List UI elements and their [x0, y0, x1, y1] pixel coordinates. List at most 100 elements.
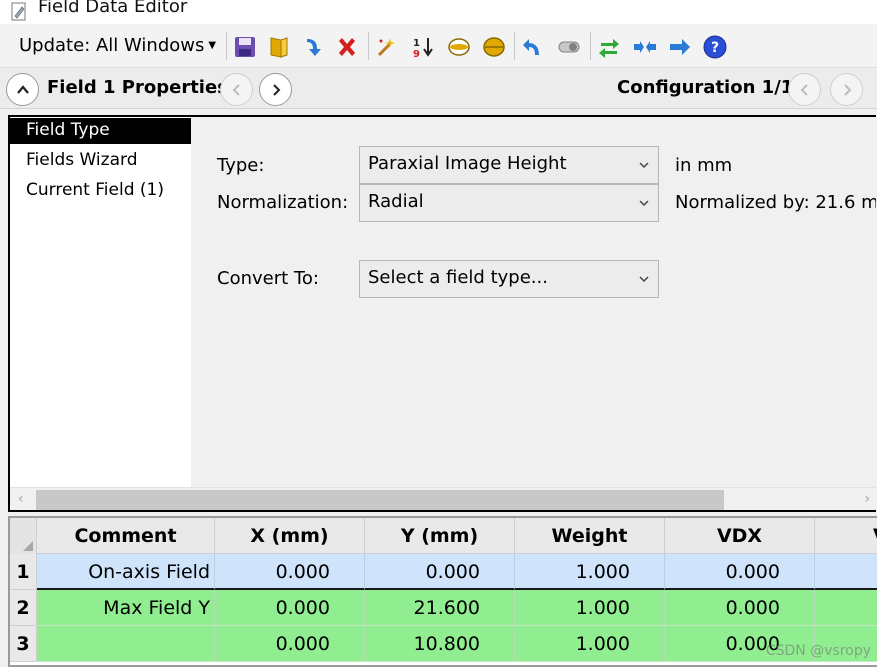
convert-value: Select a field type...: [368, 267, 548, 288]
properties-bar: Field 1 Properties Configuration 1/1: [0, 69, 877, 109]
column-header-vdx[interactable]: VDX: [665, 518, 815, 554]
forward-button[interactable]: [667, 34, 693, 60]
chevron-right-icon: [272, 83, 280, 96]
toolbar-separator: [514, 32, 515, 60]
field-type-form: Type: Paraxial Image Height in mm Normal…: [191, 117, 876, 487]
sort-button[interactable]: 19: [410, 34, 436, 60]
comment-cell[interactable]: Max Field Y: [37, 590, 215, 626]
app-icon: [11, 2, 29, 22]
type-value: Paraxial Image Height: [368, 153, 567, 174]
lens-filled-icon: [483, 37, 505, 57]
watermark: CSDN @vsropy: [765, 643, 871, 659]
undo-icon: [523, 39, 539, 55]
lens-icon: [448, 38, 470, 56]
forward-icon: [670, 39, 690, 55]
nav-item-fields-wizard[interactable]: Fields Wizard: [10, 147, 191, 177]
type-unit: in mm: [675, 155, 733, 176]
open-button[interactable]: [266, 34, 292, 60]
properties-title: Field 1 Properties: [47, 77, 228, 98]
row-number[interactable]: 1: [10, 554, 37, 590]
vdx-cell[interactable]: 0.000: [665, 590, 815, 626]
table-row[interactable]: 2 Max Field Y 0.000 21.600 1.000 0.000: [10, 590, 877, 626]
row-number[interactable]: 3: [10, 626, 37, 662]
swap-button[interactable]: [596, 34, 622, 60]
y-cell[interactable]: 0.000: [365, 554, 515, 590]
toggle-button[interactable]: [556, 34, 582, 60]
save-button[interactable]: [232, 34, 258, 60]
column-header-weight[interactable]: Weight: [515, 518, 665, 554]
type-dropdown[interactable]: Paraxial Image Height: [359, 146, 659, 184]
collapse-properties-button[interactable]: [6, 73, 39, 106]
scroll-right-icon[interactable]: ›: [864, 491, 870, 507]
weight-cell[interactable]: 1.000: [515, 554, 665, 590]
select-all-corner[interactable]: [10, 518, 37, 554]
convert-label: Convert To:: [217, 268, 319, 289]
vdy-cell[interactable]: [815, 554, 877, 590]
grid-header: Comment X (mm) Y (mm) Weight VDX V: [10, 518, 877, 554]
chevron-down-icon: ▼: [208, 40, 217, 51]
column-header-y[interactable]: Y (mm): [365, 518, 515, 554]
undo-button[interactable]: [520, 34, 546, 60]
nav-item-current-field[interactable]: Current Field (1): [10, 177, 191, 207]
scrollbar-thumb[interactable]: [36, 490, 724, 510]
help-icon: ?: [703, 35, 727, 59]
delete-button[interactable]: [334, 34, 360, 60]
column-header-x[interactable]: X (mm): [215, 518, 365, 554]
column-header-comment[interactable]: Comment: [37, 518, 215, 554]
help-button[interactable]: ?: [702, 34, 728, 60]
swap-icon: [599, 39, 619, 58]
properties-panel: Field Type Fields Wizard Current Field (…: [8, 115, 876, 512]
nav-item-field-type[interactable]: Field Type: [10, 118, 191, 144]
update-dropdown[interactable]: Update: All Windows ▼: [19, 35, 216, 56]
chevron-left-icon: [800, 83, 808, 96]
svg-text:1: 1: [413, 38, 420, 49]
collapse-icon: [634, 41, 656, 53]
chevron-up-icon: [16, 84, 29, 94]
column-header-vdy[interactable]: V: [815, 518, 877, 554]
property-nav: Field Type Fields Wizard Current Field (…: [10, 117, 191, 487]
row-number[interactable]: 2: [10, 590, 37, 626]
normalization-dropdown[interactable]: Radial: [359, 184, 659, 222]
previous-configuration-button[interactable]: [788, 73, 821, 106]
collapse-button[interactable]: [632, 34, 658, 60]
weight-cell[interactable]: 1.000: [515, 590, 665, 626]
svg-text:9: 9: [413, 49, 420, 59]
normalization-value: Radial: [368, 191, 424, 212]
comment-cell[interactable]: On-axis Field: [37, 554, 215, 590]
next-configuration-button[interactable]: [830, 73, 863, 106]
x-cell[interactable]: 0.000: [215, 554, 365, 590]
configuration-label: Configuration 1/1: [617, 77, 794, 98]
wizard-icon: [377, 38, 395, 57]
chevron-down-icon: [639, 200, 649, 207]
y-cell[interactable]: 10.800: [365, 626, 515, 662]
toolbar: Update: All Windows ▼ 19 ?: [0, 24, 877, 68]
toggle-icon: [558, 41, 580, 53]
comment-cell[interactable]: [37, 626, 215, 662]
scroll-left-icon[interactable]: ‹: [18, 491, 24, 507]
chevron-down-icon: [639, 276, 649, 283]
horizontal-scrollbar[interactable]: ‹ ›: [10, 487, 876, 510]
x-cell[interactable]: 0.000: [215, 590, 365, 626]
y-cell[interactable]: 21.600: [365, 590, 515, 626]
lens-button[interactable]: [446, 34, 472, 60]
previous-field-button[interactable]: [220, 73, 253, 106]
lens-filled-button[interactable]: [481, 34, 507, 60]
field-data-grid: Comment X (mm) Y (mm) Weight VDX V 1 On-…: [8, 516, 877, 667]
wizard-button[interactable]: [374, 34, 400, 60]
table-row[interactable]: 1 On-axis Field 0.000 0.000 1.000 0.000: [10, 554, 877, 590]
type-label: Type:: [217, 155, 265, 176]
table-row[interactable]: 3 0.000 10.800 1.000 0.000: [10, 626, 877, 662]
x-cell[interactable]: 0.000: [215, 626, 365, 662]
insert-down-button[interactable]: [300, 34, 326, 60]
convert-dropdown[interactable]: Select a field type...: [359, 260, 659, 298]
vdy-cell[interactable]: [815, 590, 877, 626]
vdx-cell[interactable]: 0.000: [665, 554, 815, 590]
toolbar-separator: [226, 32, 227, 60]
insert-down-icon: [307, 39, 321, 56]
toolbar-separator: [368, 32, 369, 60]
delete-icon: [339, 38, 355, 56]
next-field-button[interactable]: [259, 73, 292, 106]
corner-triangle-icon: [23, 541, 33, 551]
weight-cell[interactable]: 1.000: [515, 626, 665, 662]
toolbar-separator: [590, 32, 591, 60]
